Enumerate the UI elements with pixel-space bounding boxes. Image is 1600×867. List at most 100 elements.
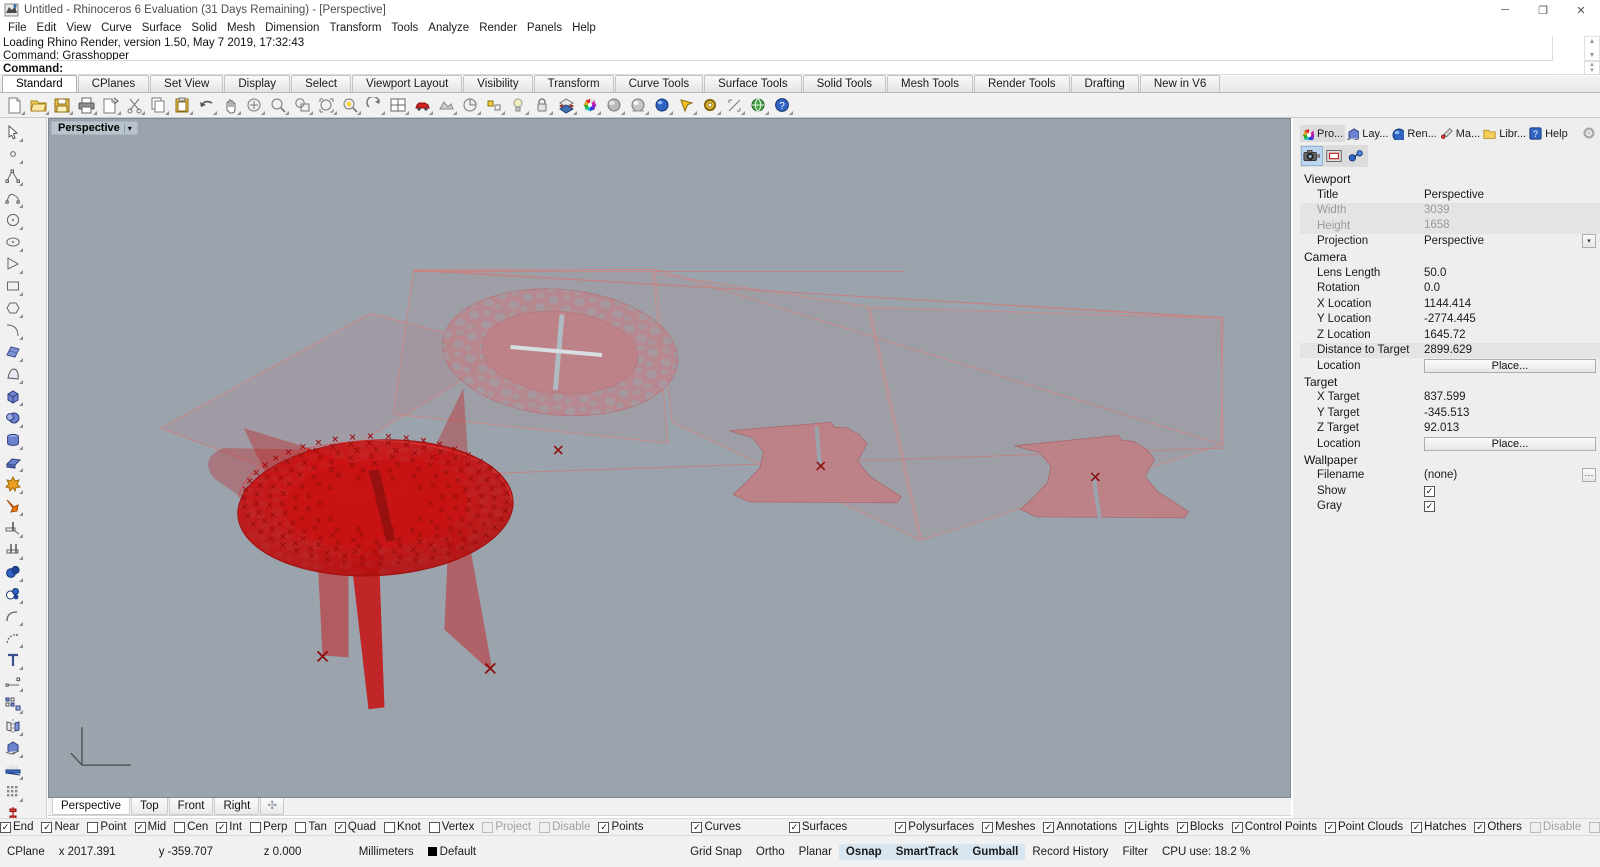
join-arrows-icon[interactable] [2,495,24,517]
scroll-up-icon[interactable]: ▲ [1589,38,1596,45]
toolbar-tab-viewport-layout[interactable]: Viewport Layout [352,75,463,92]
toolbar-tab-render-tools[interactable]: Render Tools [973,75,1070,92]
command-prompt-line[interactable]: Command: [0,61,1553,75]
status-toggle-osnap[interactable]: Osnap [838,843,889,860]
toolbar-tab-solid-tools[interactable]: Solid Tools [802,75,886,92]
toolbar-tab-standard[interactable]: Standard [2,75,77,92]
arrow-select-icon[interactable] [2,121,24,143]
toolbar-tab-display[interactable]: Display [224,75,291,92]
toolbar-tab-select[interactable]: Select [291,75,352,92]
cylinder-icon[interactable] [2,429,24,451]
viewport-tab-front[interactable]: Front [168,798,214,815]
checkbox-meshes[interactable]: ✓ [982,821,994,833]
toolbar-tab-drafting[interactable]: Drafting [1070,75,1139,92]
solid-extrude-icon[interactable] [2,451,24,473]
filter-toggle-surfaces[interactable]: ✓ Surfaces [788,821,847,833]
checkbox-end[interactable]: ✓ [0,821,11,833]
zoom-magnifier-icon[interactable] [267,94,290,116]
osnap-toggle-quad[interactable]: ✓ Quad [334,821,376,833]
mirror-icon[interactable] [2,715,24,737]
status-toggle-ortho[interactable]: Ortho [749,844,792,860]
copy-icon[interactable] [147,94,170,116]
viewport-properties-icon[interactable] [1323,146,1345,166]
pan-hand-icon[interactable] [219,94,242,116]
save-file-icon[interactable] [51,94,74,116]
place-button[interactable]: Place... [1424,436,1596,451]
point-icon[interactable] [2,143,24,165]
filter-toggle-hatches[interactable]: ✓ Hatches [1411,821,1466,833]
menu-item-render[interactable]: Render [474,20,522,36]
checkbox-blocks[interactable]: ✓ [1176,821,1188,833]
menu-item-analyze[interactable]: Analyze [423,20,474,36]
filter-toggle-blocks[interactable]: ✓ Blocks [1176,821,1224,833]
panel-tab-ren[interactable]: Ren... [1390,125,1438,142]
osnap-toggle-int[interactable]: ✓ Int [216,821,242,833]
new-layout-icon[interactable] [99,94,122,116]
checkbox-int[interactable]: ✓ [216,821,228,833]
print-icon[interactable] [75,94,98,116]
sphere-solid-icon[interactable] [2,407,24,429]
menu-item-dimension[interactable]: Dimension [260,20,324,36]
panel-tab-pro[interactable]: Pro... [1300,125,1346,142]
menu-item-view[interactable]: View [61,20,96,36]
render-preview-icon[interactable] [435,94,458,116]
osnap-toggle-vertex[interactable]: ✓Vertex [428,821,474,833]
osnap-toggle-disable[interactable]: ✓Disable [539,821,590,833]
curve-icon[interactable] [2,187,24,209]
status-toggle-gumball[interactable]: Gumball [965,843,1026,860]
filter-toggle-control-points[interactable]: ✓ Control Points [1231,821,1317,833]
osnap-toggle-point[interactable]: ✓Point [87,821,127,833]
viewport-title-bar[interactable]: Perspective ▾ [51,121,138,135]
split-icon[interactable] [2,539,24,561]
viewport-tab-top[interactable]: Top [131,798,168,815]
checkbox-annotations[interactable]: ✓ [1043,821,1055,833]
spin-down-icon[interactable]: ▼ [1589,68,1595,74]
viewport-3d-scene[interactable] [49,119,1290,797]
menu-item-solid[interactable]: Solid [186,20,222,36]
zoom-dynamic-icon[interactable] [339,94,362,116]
filter-toggle-disable[interactable]: ✓Disable [1529,821,1581,833]
filter-toggle-others[interactable]: ✓ Others [1474,821,1522,833]
osnap-toggle-near[interactable]: ✓ Near [41,821,79,833]
four-view-icon[interactable] [387,94,410,116]
text-tool-icon[interactable] [2,649,24,671]
hexagon-icon[interactable] [2,297,24,319]
array-icon[interactable] [2,693,24,715]
checkbox-hatches[interactable]: ✓ [1411,821,1423,833]
checkbox-disable[interactable]: ✓ [1529,821,1541,833]
filter-toggle-lights[interactable]: ✓ Lights [1125,821,1169,833]
polygon-tri-icon[interactable] [2,253,24,275]
lock-icon[interactable] [531,94,554,116]
viewport-menu-chevron-down-icon[interactable]: ▾ [123,123,135,133]
property-checkbox[interactable]: ✓ [1424,501,1435,513]
render-car-icon[interactable] [411,94,434,116]
menu-item-edit[interactable]: Edit [32,20,62,36]
checkbox-tan[interactable]: ✓ [295,821,307,833]
scroll-down-icon[interactable]: ▼ [1589,52,1596,59]
checkbox-surfaces[interactable]: ✓ [788,821,800,833]
browse-file-button[interactable]: ⋯ [1582,468,1596,483]
status-toggle-smarttrack[interactable]: SmartTrack [888,843,966,860]
light-bulb-icon[interactable] [507,94,530,116]
help-question-icon[interactable]: ? [771,94,794,116]
checkbox-quad[interactable]: ✓ [334,821,346,833]
checkbox-sub-objects[interactable]: ✓ [1589,821,1600,833]
circle-icon[interactable] [2,209,24,231]
arc-icon[interactable] [2,319,24,341]
polyline-icon[interactable] [2,165,24,187]
osnap-toggle-cen[interactable]: ✓Cen [174,821,208,833]
units-label[interactable]: Millimeters [352,844,421,860]
checkbox-near[interactable]: ✓ [41,821,53,833]
current-layer-indicator[interactable]: Default [421,844,483,860]
cplane-status-label[interactable]: CPlane [0,844,52,860]
menu-item-curve[interactable]: Curve [96,20,137,36]
box-solid-icon[interactable] [2,385,24,407]
cplane-box-icon[interactable] [2,737,24,759]
new-file-icon[interactable] [3,94,26,116]
viewport-tab-right[interactable]: Right [214,798,260,815]
checkbox-lights[interactable]: ✓ [1125,821,1137,833]
osnap-toggle-mid[interactable]: ✓ Mid [134,821,166,833]
render-lights-icon[interactable] [2,759,24,781]
osnap-toggle-tan[interactable]: ✓Tan [295,821,327,833]
osnap-toggle-knot[interactable]: ✓Knot [384,821,421,833]
